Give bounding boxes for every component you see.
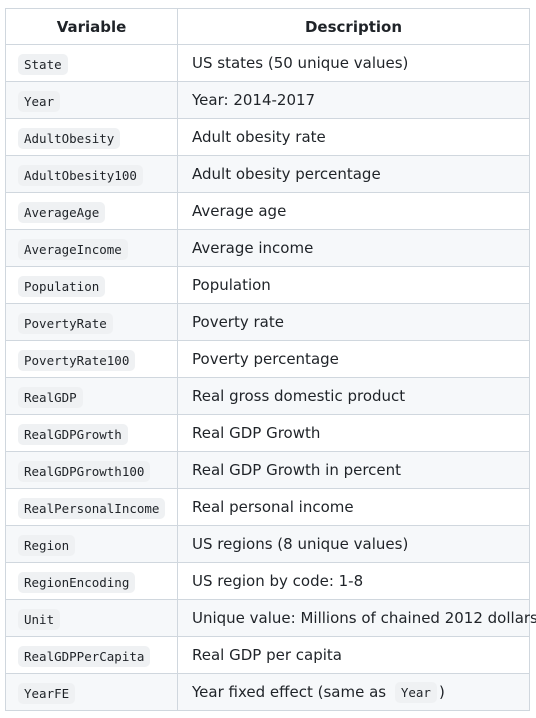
variable-cell: AverageIncome — [5, 229, 178, 267]
variable-code: RealGDPPerCapita — [18, 645, 151, 667]
description-cell: Real GDP Growth — [177, 414, 530, 452]
description-cell: Real GDP per capita — [177, 636, 530, 674]
variables-table: Variable Description State US states (50… — [5, 8, 536, 711]
description-cell: Year: 2014-2017 — [177, 81, 530, 119]
description-cell: Unique value: Millions of chained 2012 d… — [177, 599, 536, 637]
variables-table-container: Variable Description State US states (50… — [5, 8, 536, 711]
variable-cell: State — [5, 44, 178, 82]
variable-code: Unit — [18, 608, 61, 630]
description-cell: Poverty percentage — [177, 340, 530, 378]
variable-code: Year — [18, 90, 61, 112]
variable-cell: Year — [5, 81, 178, 119]
variable-cell: AverageAge — [5, 192, 178, 230]
table-row: Population Population — [5, 266, 530, 304]
variable-code: PovertyRate — [18, 312, 113, 334]
variable-cell: RegionEncoding — [5, 562, 178, 600]
description-cell: US regions (8 unique values) — [177, 525, 530, 563]
variable-cell: Unit — [5, 599, 178, 637]
table-row: Region US regions (8 unique values) — [5, 525, 530, 563]
variable-code: Population — [18, 275, 106, 297]
description-cell: Adult obesity percentage — [177, 155, 530, 193]
variable-code: RegionEncoding — [18, 571, 136, 593]
variable-code: State — [18, 53, 68, 75]
variable-code: RealGDP — [18, 386, 83, 408]
variable-cell: Population — [5, 266, 178, 304]
variable-code: Region — [18, 534, 76, 556]
description-cell: Average age — [177, 192, 530, 230]
table-row: RealPersonalIncome Real personal income — [5, 488, 530, 526]
description-cell: US region by code: 1-8 — [177, 562, 530, 600]
description-cell: Real GDP Growth in percent — [177, 451, 530, 489]
description-cell: US states (50 unique values) — [177, 44, 530, 82]
variable-cell: RealGDPPerCapita — [5, 636, 178, 674]
variable-code: RealGDPGrowth — [18, 423, 128, 445]
table-row: YearFE Year fixed effect (same as Year) — [5, 673, 530, 711]
description-cell: Year fixed effect (same as Year) — [177, 673, 530, 711]
table-header-row: Variable Description — [5, 8, 530, 45]
variable-cell: RealGDPGrowth — [5, 414, 178, 452]
variable-code: PovertyRate100 — [18, 349, 136, 371]
table-row: Year Year: 2014-2017 — [5, 81, 530, 119]
table-row: AverageAge Average age — [5, 192, 530, 230]
table-row: PovertyRate Poverty rate — [5, 303, 530, 341]
variable-cell: RealGDPGrowth100 — [5, 451, 178, 489]
table-row: State US states (50 unique values) — [5, 44, 530, 82]
table-row: RegionEncoding US region by code: 1-8 — [5, 562, 530, 600]
variable-code: AverageAge — [18, 201, 106, 223]
variable-cell: RealGDP — [5, 377, 178, 415]
inline-code: Year — [394, 682, 437, 703]
description-cell: Real gross domestic product — [177, 377, 530, 415]
table-row: Unit Unique value: Millions of chained 2… — [5, 599, 536, 637]
variable-code: RealGDPGrowth100 — [18, 460, 151, 482]
variable-cell: Region — [5, 525, 178, 563]
variable-code: AdultObesity — [18, 127, 121, 149]
variable-cell: AdultObesity100 — [5, 155, 178, 193]
table-row: AverageIncome Average income — [5, 229, 530, 267]
table-row: PovertyRate100 Poverty percentage — [5, 340, 530, 378]
description-suffix: ) — [438, 683, 445, 701]
description-cell: Adult obesity rate — [177, 118, 530, 156]
header-variable: Variable — [5, 8, 178, 45]
description-cell: Population — [177, 266, 530, 304]
table-row: RealGDPGrowth100 Real GDP Growth in perc… — [5, 451, 530, 489]
table-row: RealGDPPerCapita Real GDP per capita — [5, 636, 530, 674]
variable-code: AverageIncome — [18, 238, 128, 260]
variable-cell: PovertyRate100 — [5, 340, 178, 378]
description-cell: Poverty rate — [177, 303, 530, 341]
table-row: RealGDP Real gross domestic product — [5, 377, 530, 415]
variable-code: RealPersonalIncome — [18, 497, 166, 519]
header-description: Description — [177, 8, 530, 45]
description-cell: Average income — [177, 229, 530, 267]
variable-cell: YearFE — [5, 673, 178, 711]
table-row: RealGDPGrowth Real GDP Growth — [5, 414, 530, 452]
description-cell: Real personal income — [177, 488, 530, 526]
variable-cell: RealPersonalIncome — [5, 488, 178, 526]
variable-cell: PovertyRate — [5, 303, 178, 341]
variable-cell: AdultObesity — [5, 118, 178, 156]
table-row: AdultObesity Adult obesity rate — [5, 118, 530, 156]
variable-code: YearFE — [18, 682, 76, 704]
description-text: Year fixed effect (same as — [192, 683, 391, 701]
variable-code: AdultObesity100 — [18, 164, 143, 186]
table-row: AdultObesity100 Adult obesity percentage — [5, 155, 530, 193]
